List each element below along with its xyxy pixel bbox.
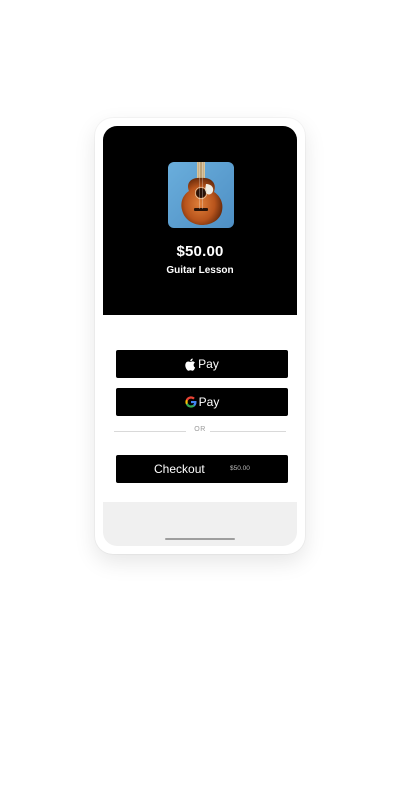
product-image <box>168 162 234 228</box>
product-name: Guitar Lesson <box>166 265 234 276</box>
apple-pay-button[interactable]: Pay <box>116 350 288 378</box>
home-indicator[interactable] <box>165 538 235 540</box>
google-g-icon <box>185 396 197 408</box>
checkout-label: Checkout <box>154 462 205 476</box>
google-pay-button[interactable]: Pay <box>116 388 288 416</box>
checkout-button[interactable]: Checkout $50.00 <box>116 455 288 483</box>
acoustic-guitar-image <box>168 162 234 228</box>
phone-screen: $50.00 Guitar Lesson Pay Pay OR Checkout… <box>103 126 297 546</box>
apple-pay-label: Pay <box>198 357 219 371</box>
checkout-amount: $50.00 <box>230 465 250 472</box>
or-divider: OR <box>114 425 286 437</box>
payment-panel: Pay Pay OR Checkout $50.00 <box>103 315 297 502</box>
product-price: $50.00 <box>176 243 224 260</box>
product-header: $50.00 Guitar Lesson <box>103 126 297 315</box>
divider-line-right <box>210 431 286 432</box>
canvas: $50.00 Guitar Lesson Pay Pay OR Checkout… <box>0 0 400 800</box>
apple-icon <box>185 358 196 371</box>
google-pay-label: Pay <box>198 395 220 409</box>
phone-frame: $50.00 Guitar Lesson Pay Pay OR Checkout… <box>95 118 305 554</box>
